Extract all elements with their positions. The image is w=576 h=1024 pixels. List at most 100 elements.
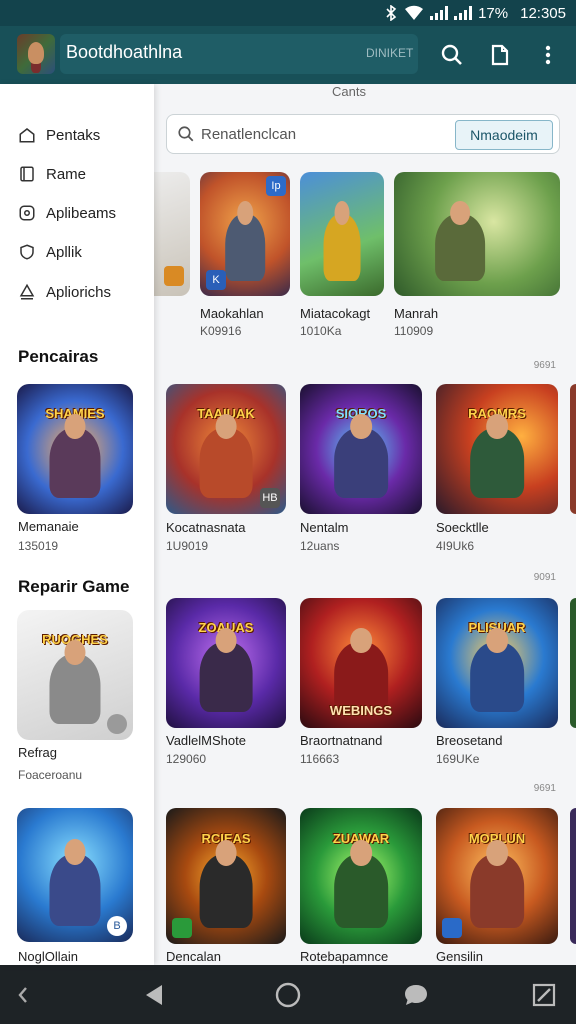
section-title: Pencairas (18, 347, 99, 366)
wifi-icon (405, 5, 424, 21)
app-screen: { "status": {"battery": "17%", "time": "… (0, 0, 576, 1024)
home-icon (19, 128, 35, 143)
chat-icon[interactable] (401, 980, 431, 1010)
drawer-item-label: Aplibeams (46, 204, 117, 222)
app-title: Bootdhoathlna (66, 42, 183, 62)
chevron-left-icon[interactable] (8, 980, 38, 1010)
game-tile[interactable] (300, 172, 384, 296)
game-title: Nentalm (300, 520, 349, 535)
game-title: VadlelMShote (166, 733, 246, 748)
game-badge-icon (172, 918, 192, 938)
edit-icon[interactable] (529, 980, 559, 1010)
app-icon (19, 205, 35, 221)
person-icon (19, 283, 35, 300)
app-bar: Bootdhoathlna DINIKET (0, 26, 576, 84)
back-icon[interactable] (140, 980, 170, 1010)
home-circle-icon[interactable] (273, 980, 303, 1010)
game-subtitle: Foaceroanu (18, 768, 83, 782)
game-title: Manrah (394, 306, 439, 321)
game-title: Refrag (18, 745, 58, 760)
signal-icon-2 (454, 6, 473, 20)
game-subtitle: 129060 (166, 752, 207, 766)
search-button[interactable]: Nmaodeim (455, 120, 553, 150)
game-tile-partial[interactable] (570, 598, 576, 728)
game-title: NoglOllain (18, 949, 78, 964)
game-tile[interactable]: SIOROS (300, 384, 422, 514)
game-badge-icon (107, 714, 127, 734)
drawer-item-rame[interactable]: Rame (18, 162, 86, 186)
game-title: Rotebapamnce (300, 949, 389, 964)
game-tile-partial[interactable] (154, 172, 190, 296)
game-badge-icon: HB (260, 488, 280, 508)
bluetooth-icon (386, 5, 397, 21)
game-badge-icon: K (206, 270, 226, 290)
drawer-item-label: Apllik (46, 243, 82, 261)
game-tile[interactable] (394, 172, 560, 296)
game-subtitle: 1010Ka (300, 324, 342, 338)
row-tag: 9691 (533, 360, 556, 371)
search-icon[interactable] (440, 43, 464, 67)
shield-icon (20, 244, 34, 260)
game-title: Braortnatnand (300, 733, 383, 748)
drawer-game-card[interactable]: SHAMIES (17, 384, 133, 514)
game-title: Breosetand (436, 733, 503, 748)
game-tile-partial[interactable] (570, 808, 576, 944)
game-badge-icon (164, 266, 184, 286)
app-avatar[interactable] (17, 34, 55, 74)
status-bar: 17% 12:305 (0, 0, 576, 26)
drawer-item-label: Pentaks (46, 126, 101, 144)
search-bar[interactable]: Renatlenclcan Nmaodeim (166, 114, 560, 154)
game-tile[interactable]: MOPLUN (436, 808, 558, 944)
game-title: Gensilin (436, 949, 483, 964)
game-subtitle: 4I9Uk6 (436, 539, 475, 553)
game-title: Soecktlle (436, 520, 489, 535)
navigation-drawer: Pentaks Rame Aplibeams Apllik Apliorichs… (0, 84, 154, 965)
document-icon[interactable] (488, 43, 512, 67)
system-nav-bar (0, 965, 576, 1024)
signal-icon (430, 6, 449, 20)
game-tile-partial[interactable] (570, 384, 576, 514)
drawer-game-card[interactable]: B (17, 808, 133, 942)
game-tile[interactable]: RCIEAS (166, 808, 286, 944)
clock: 12:305 (520, 4, 566, 22)
game-subtitle: 1U9019 (166, 539, 209, 553)
drawer-item-apllik[interactable]: Apllik (18, 240, 82, 264)
drawer-item-pentaks[interactable]: Pentaks (18, 123, 100, 147)
game-badge-icon (442, 918, 462, 938)
drawer-item-apliorichs[interactable]: Apliorichs (18, 280, 111, 304)
game-subtitle: 110909 (394, 324, 434, 338)
row-tag: 9091 (533, 572, 556, 583)
game-tile[interactable]: RAOMRS (436, 384, 558, 514)
battery-percent: 17% (478, 4, 509, 22)
game-badge-icon: Ip (266, 176, 286, 196)
game-subtitle: 116663 (300, 752, 340, 766)
section-title: Reparir Game (18, 577, 130, 596)
game-title: Memanaie (18, 519, 79, 534)
drawer-item-aplibeams[interactable]: Aplibeams (18, 201, 116, 225)
tab-label[interactable]: Cants (332, 84, 366, 99)
drawer-game-card[interactable]: RUOGHES (17, 610, 133, 740)
game-tile[interactable]: K Ip (200, 172, 290, 296)
game-badge-icon: B (107, 916, 127, 936)
games-content: Cants Renatlenclcan Nmaodeim K Ip Maokah… (154, 84, 576, 965)
game-tile[interactable]: ZOAUAS (166, 598, 286, 728)
search-icon (178, 126, 194, 142)
row-tag: 9691 (533, 783, 556, 794)
game-tile-banner: WEBINGS (329, 703, 393, 719)
game-subtitle: K09916 (200, 324, 242, 338)
game-title: Miatacokagt (300, 306, 371, 321)
game-tile[interactable]: ZUAWAR (300, 808, 422, 944)
more-vert-icon[interactable] (536, 43, 560, 67)
game-tile[interactable]: WEBINGS (300, 598, 422, 728)
drawer-item-label: Apliorichs (46, 283, 112, 301)
game-subtitle: 12uans (300, 539, 340, 553)
book-icon (20, 166, 34, 182)
game-title: Dencalan (166, 949, 221, 964)
game-title: Maokahlan (200, 306, 264, 321)
game-title: Kocatnasnata (166, 520, 246, 535)
drawer-item-label: Rame (46, 165, 87, 183)
app-search-hint: DINIKET (366, 46, 414, 60)
game-tile[interactable]: PLISUAR (436, 598, 558, 728)
search-input[interactable]: Renatlenclcan (201, 126, 296, 143)
game-tile[interactable]: TAAIUAK HB (166, 384, 286, 514)
